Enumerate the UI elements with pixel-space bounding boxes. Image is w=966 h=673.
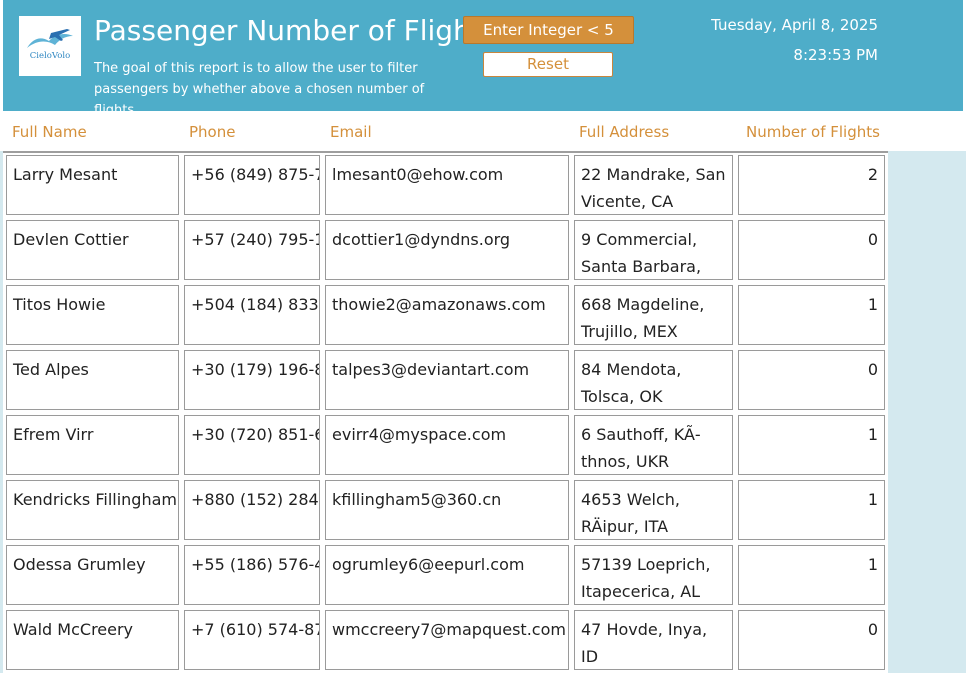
cell-full-name: Kendricks Fillingham bbox=[6, 480, 179, 540]
cell-email: kfillingham5@360.cn bbox=[325, 480, 569, 540]
cell-number-of-flights: 1 bbox=[738, 285, 885, 345]
cell-full-address: 668 Magdeline, Trujillo, MEX bbox=[574, 285, 733, 345]
cell-number-of-flights: 1 bbox=[738, 415, 885, 475]
cell-phone: +55 (186) 576-4 bbox=[184, 545, 320, 605]
cell-full-name: Ted Alpes bbox=[6, 350, 179, 410]
cell-full-name: Titos Howie bbox=[6, 285, 179, 345]
cell-number-of-flights: 1 bbox=[738, 545, 885, 605]
cell-phone: +30 (720) 851-6 bbox=[184, 415, 320, 475]
cell-full-address: 6 Sauthoff, KÃ­thnos, UKR bbox=[574, 415, 733, 475]
column-header-number-of-flights: Number of Flights bbox=[746, 123, 880, 141]
cell-email: evirr4@myspace.com bbox=[325, 415, 569, 475]
cell-full-address: 22 Mandrake, San Vicente, CA bbox=[574, 155, 733, 215]
cell-phone: +57 (240) 795-1 bbox=[184, 220, 320, 280]
cell-full-name: Odessa Grumley bbox=[6, 545, 179, 605]
header-divider bbox=[3, 151, 888, 153]
cell-full-address: 84 Mendota, Tolsca, OK bbox=[574, 350, 733, 410]
cell-full-address: 57139 Loeprich, Itapecerica, AL bbox=[574, 545, 733, 605]
cell-email: ogrumley6@eepurl.com bbox=[325, 545, 569, 605]
report-date: Tuesday, April 8, 2025 bbox=[711, 16, 878, 34]
airplane-icon bbox=[27, 29, 73, 48]
cell-phone: +56 (849) 875-7 bbox=[184, 155, 320, 215]
cell-number-of-flights: 0 bbox=[738, 610, 885, 670]
cell-number-of-flights: 0 bbox=[738, 220, 885, 280]
reset-button[interactable]: Reset bbox=[483, 52, 613, 77]
cell-full-name: Devlen Cottier bbox=[6, 220, 179, 280]
cell-email: lmesant0@ehow.com bbox=[325, 155, 569, 215]
enter-integer-button[interactable]: Enter Integer < 5 bbox=[463, 16, 634, 44]
logo-wordmark: CieloVolo bbox=[29, 51, 71, 61]
cell-phone: +7 (610) 574-87 bbox=[184, 610, 320, 670]
cell-full-address: 47 Hovde, Inya, ID bbox=[574, 610, 733, 670]
cell-number-of-flights: 0 bbox=[738, 350, 885, 410]
cell-full-name: Larry Mesant bbox=[6, 155, 179, 215]
cell-email: dcottier1@dyndns.org bbox=[325, 220, 569, 280]
report-header: CieloVolo Passenger Number of Flights Th… bbox=[3, 0, 963, 118]
cell-full-name: Wald McCreery bbox=[6, 610, 179, 670]
cell-full-address: 4653 Welch, RÄipur, ITA bbox=[574, 480, 733, 540]
cell-number-of-flights: 2 bbox=[738, 155, 885, 215]
cell-phone: +30 (179) 196-8 bbox=[184, 350, 320, 410]
cell-email: thowie2@amazonaws.com bbox=[325, 285, 569, 345]
page-subtitle: The goal of this report is to allow the … bbox=[94, 61, 425, 118]
page-title: Passenger Number of Flights bbox=[94, 14, 497, 47]
cell-email: wmccreery7@mapquest.com bbox=[325, 610, 569, 670]
company-logo: CieloVolo bbox=[19, 16, 81, 76]
cell-phone: +504 (184) 833- bbox=[184, 285, 320, 345]
cell-full-name: Efrem Virr bbox=[6, 415, 179, 475]
column-header-full-name: Full Name bbox=[12, 123, 87, 141]
cell-full-address: 9 Commercial, Santa Barbara, CA bbox=[574, 220, 733, 280]
column-header-full-address: Full Address bbox=[579, 123, 670, 141]
column-header-email: Email bbox=[330, 123, 372, 141]
report-time: 8:23:53 PM bbox=[793, 46, 878, 64]
report-page: CieloVolo Passenger Number of Flights Th… bbox=[0, 0, 966, 673]
cell-phone: +880 (152) 284- bbox=[184, 480, 320, 540]
column-header-phone: Phone bbox=[189, 123, 236, 141]
cell-email: talpes3@deviantart.com bbox=[325, 350, 569, 410]
cell-number-of-flights: 1 bbox=[738, 480, 885, 540]
